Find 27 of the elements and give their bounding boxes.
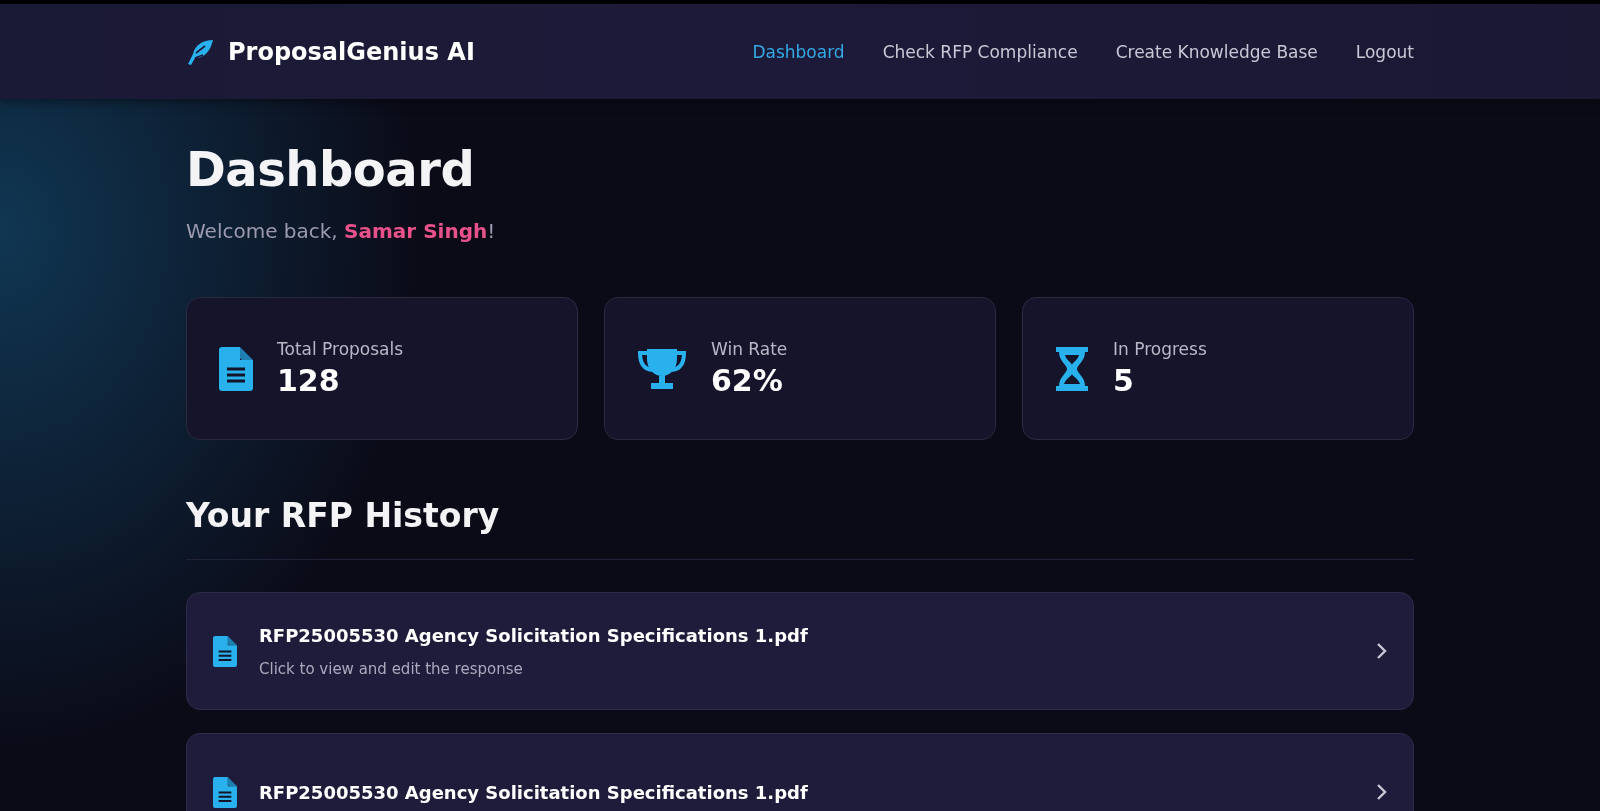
brand-name: ProposalGenius AI: [228, 37, 475, 66]
stat-label: Total Proposals: [277, 339, 404, 359]
chevron-right-icon: [1376, 642, 1387, 660]
welcome-message: Welcome back, Samar Singh!: [186, 219, 497, 243]
hourglass-icon: [1055, 346, 1089, 391]
nav-link[interactable]: Logout: [1355, 41, 1414, 62]
trophy-icon: [637, 346, 687, 391]
document-icon: [213, 635, 237, 667]
stat-value: 5: [1113, 363, 1135, 398]
document-icon: [219, 346, 253, 391]
section-title: Your RFP History: [186, 496, 501, 535]
stat-label: In Progress: [1113, 339, 1207, 359]
document-icon: [213, 776, 237, 808]
nav-link[interactable]: Create Knowledge Base: [1115, 41, 1318, 62]
file-name: RFP25005530 Agency Solicitation Specifications 1.pdf: [259, 781, 809, 803]
history-item[interactable]: RFP25005530 Agency Solicitation Specifications 1.pdf Click to view and edit the response: [186, 592, 1414, 710]
stat-value: 128: [277, 363, 341, 398]
file-name: RFP25005530 Agency Solicitation Specifications 1.pdf: [259, 624, 809, 646]
nav-link[interactable]: Check RFP Compliance: [882, 41, 1078, 62]
stat-value: 62%: [711, 363, 784, 398]
feather-icon: [186, 38, 214, 65]
chevron-right-icon: [1376, 783, 1387, 801]
item-hint: Click to view and edit the response: [259, 659, 524, 678]
history-item[interactable]: RFP25005530 Agency Solicitation Specifications 1.pdf: [186, 733, 1414, 811]
stat-label: Win Rate: [711, 339, 788, 359]
page-title: Dashboard: [186, 141, 476, 197]
nav-link[interactable]: Dashboard: [752, 41, 845, 62]
